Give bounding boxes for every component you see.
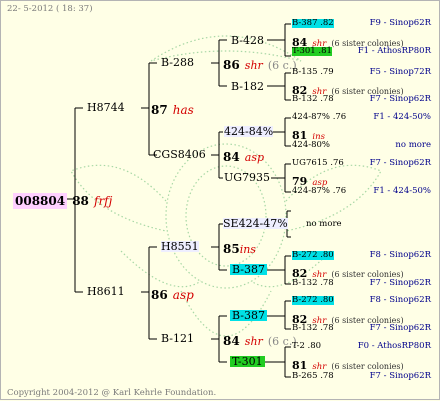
breed-label: shr [244, 59, 263, 72]
g2-src-top: F5 - Sinop72R [369, 67, 431, 77]
g4-bottom[interactable]: 424-87% .76 [292, 187, 346, 196]
g1-src-top: F9 - Sinop62R [369, 18, 431, 28]
node-b387-2[interactable]: B-387 [230, 310, 267, 321]
node-b428[interactable]: B-428 [231, 35, 264, 46]
generation-number: 87 [151, 103, 168, 117]
g4-top[interactable]: UG7615 .76 [292, 159, 344, 168]
node-se424[interactable]: SE424-47% [223, 218, 288, 229]
gen-label-b121: 84 shr (6 c.) [223, 332, 297, 348]
generation-number: 85 [223, 242, 240, 256]
g6-src-bottom: F7 - Sinop62R [369, 278, 431, 288]
node-ug7935[interactable]: UG7935 [224, 172, 270, 183]
node-b121[interactable]: B-121 [161, 333, 194, 344]
g8-mid: 81 shr (6 sister colonies) [292, 356, 404, 372]
generation-number: 86 [223, 58, 240, 72]
gen-label-h8611: 86 asp [151, 286, 194, 302]
timestamp: 22- 5-2012 ( 18: 37) [7, 4, 93, 14]
g8-src-top: F0 - AthosRP80R [357, 341, 431, 351]
pedigree-chart: 22- 5-2012 ( 18: 37) Copyright 2004-2012… [0, 0, 440, 400]
node-b288[interactable]: B-288 [161, 57, 194, 68]
g8-bottom[interactable]: B-265 .78 [292, 372, 334, 381]
node-h8611[interactable]: H8611 [87, 286, 125, 297]
g6-top[interactable]: B-272 .80 [292, 251, 334, 260]
generation-number: 86 [151, 288, 168, 302]
node-b182[interactable]: B-182 [231, 81, 264, 92]
root-generation: 88 [72, 194, 89, 208]
node-h8551[interactable]: H8551 [161, 241, 199, 252]
sister-note: (6 sister colonies) [331, 362, 404, 371]
node-cgs8406[interactable]: CGS8406 [153, 149, 206, 160]
g7-top[interactable]: B-272 .80 [292, 296, 334, 305]
g2-src-bottom: F7 - Sinop62R [369, 94, 431, 104]
breed-label: ins [239, 243, 256, 256]
g3-src-top: F1 - 424-50% [373, 112, 431, 122]
g6-src-top: F8 - Sinop62R [369, 250, 431, 260]
breed-label: shr [244, 335, 263, 348]
g2-top[interactable]: B-135 .79 [292, 68, 334, 77]
g3-bottom[interactable]: 424-80% [292, 141, 330, 150]
g7-src-top: F8 - Sinop62R [369, 295, 431, 305]
node-424-84[interactable]: 424-84% [224, 126, 274, 137]
breed-label: asp [244, 151, 265, 164]
node-b387[interactable]: B-387 [230, 264, 267, 275]
g2-bottom[interactable]: B-132 .78 [292, 95, 334, 104]
gen-label-h8744: 87 has [151, 101, 194, 117]
g1-bottom[interactable]: T-301 .81 [292, 47, 332, 56]
copyright: Copyright 2004-2012 @ Karl Kehrle Founda… [7, 388, 217, 398]
root-id: 008804 [13, 193, 68, 209]
g5-no-more: no more [306, 219, 342, 229]
gen-label-b288: 86 shr (6 c.) [223, 56, 297, 72]
g1-top[interactable]: B-387 .82 [292, 19, 334, 28]
g3-top[interactable]: 424-87% .76 [292, 113, 346, 122]
root-breed: frfj [94, 194, 113, 208]
g6-bottom[interactable]: B-132 .78 [292, 279, 334, 288]
g4-src-bottom: F1 - 424-50% [373, 186, 431, 196]
g8-src-bottom: F7 - Sinop62R [369, 371, 431, 381]
breed-label: asp [172, 288, 194, 302]
node-h8744[interactable]: H8744 [87, 102, 125, 113]
g1-src-bottom: F1 - AthosRP80R [357, 46, 431, 56]
generation-number: 84 [223, 334, 240, 348]
g7-src-bottom: F7 - Sinop62R [369, 323, 431, 333]
g7-bottom[interactable]: B-132 .78 [292, 324, 334, 333]
breed-label: has [172, 103, 194, 117]
node-t301[interactable]: T-301 [230, 356, 265, 367]
g3-src-bottom: no more [395, 140, 431, 150]
g4-src-top: F7 - Sinop62R [369, 158, 431, 168]
g8-top[interactable]: T-2 .80 [292, 342, 321, 351]
generation-number: 84 [223, 150, 240, 164]
gen-label-h8551: 85ins [223, 240, 256, 256]
gen-label-cgs8406: 84 asp [223, 148, 264, 164]
root-node[interactable]: 008804 88 frfj [13, 192, 113, 209]
